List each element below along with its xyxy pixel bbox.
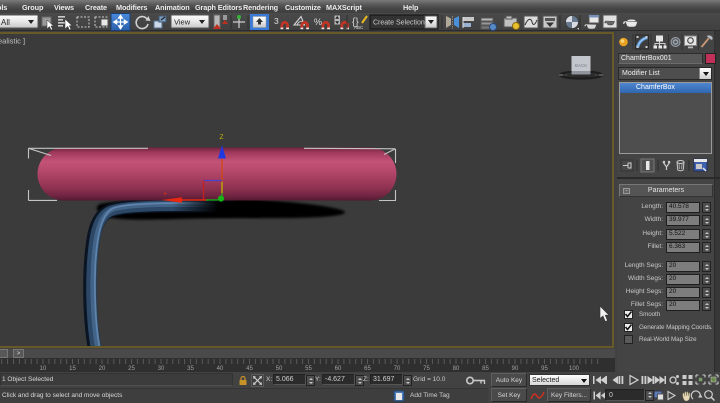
- svg-text:%: %: [314, 17, 322, 27]
- svg-text:BACK: BACK: [575, 63, 587, 68]
- svg-text:View: View: [174, 18, 191, 27]
- svg-text:ABC: ABC: [354, 25, 364, 30]
- svg-text:3: 3: [274, 16, 279, 26]
- svg-text:All: All: [1, 18, 10, 27]
- svg-text:Z: Z: [220, 134, 224, 141]
- svg-text:ealistic ]: ealistic ]: [0, 37, 25, 46]
